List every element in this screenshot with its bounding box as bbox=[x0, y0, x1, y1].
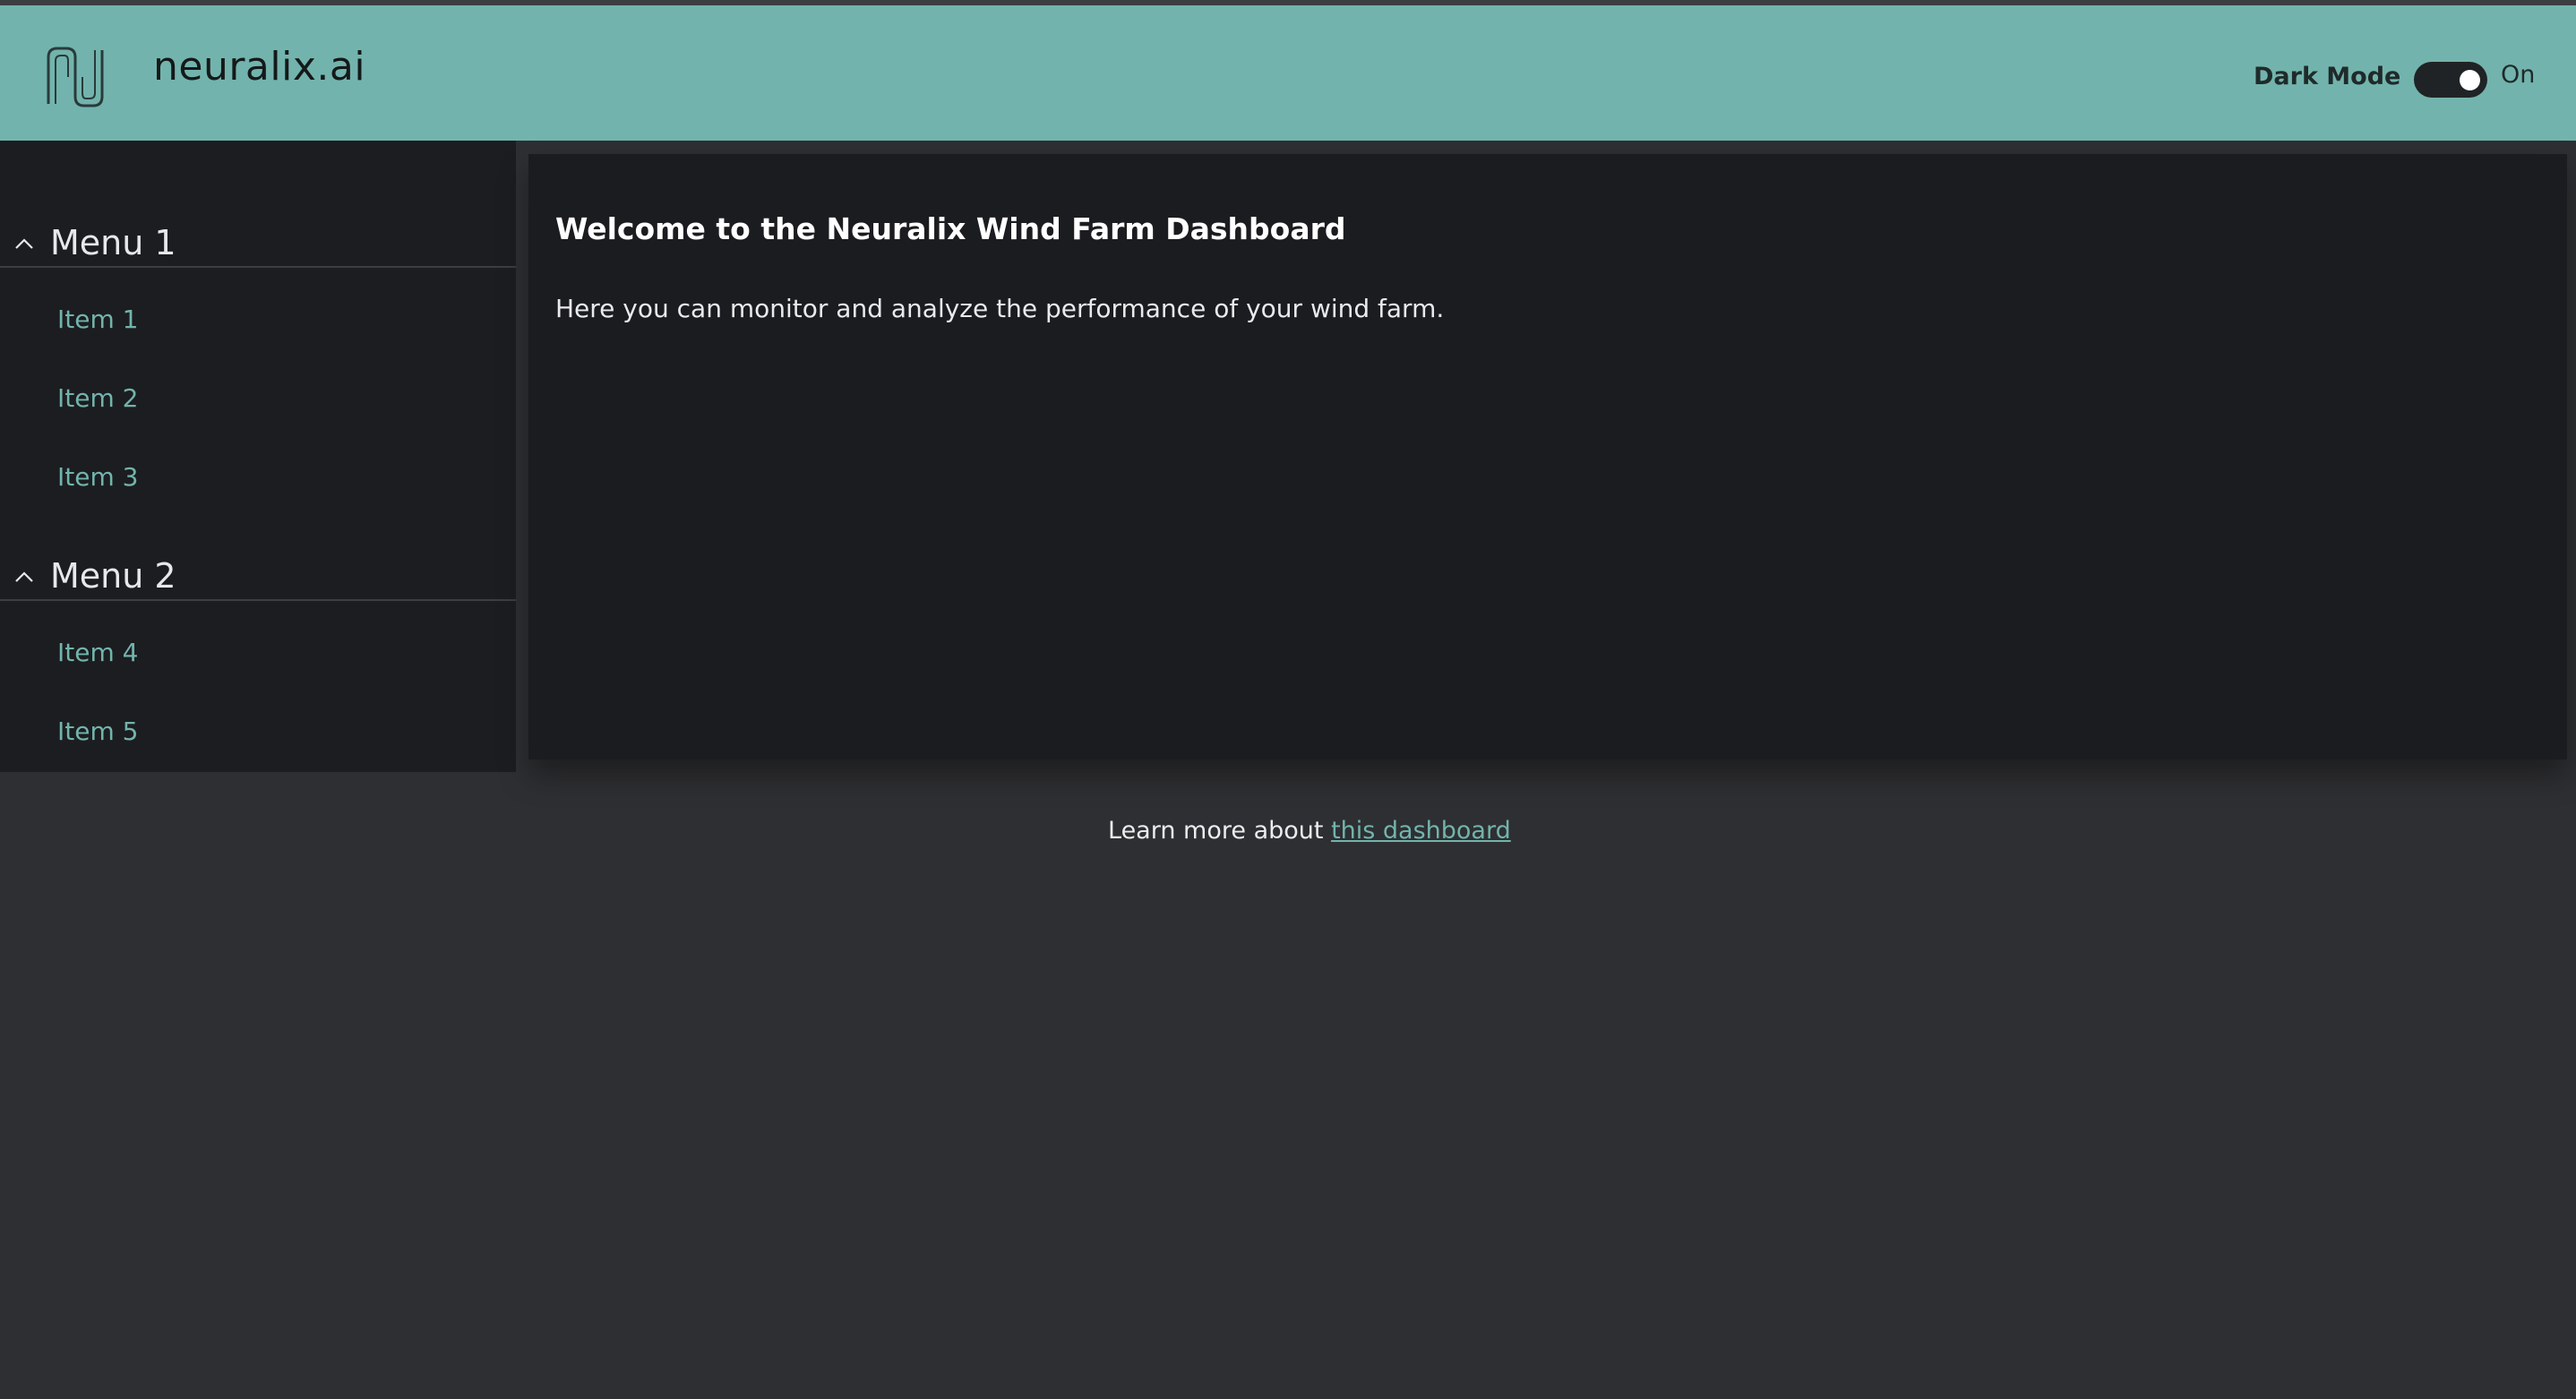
brand-name: neuralix.ai bbox=[153, 44, 366, 90]
footer-text: Learn more about bbox=[1108, 817, 1332, 845]
page-title: Welcome to the Neuralix Wind Farm Dashbo… bbox=[555, 211, 1346, 246]
footer: Learn more about this dashboard bbox=[1108, 817, 1511, 845]
main-content-panel: Welcome to the Neuralix Wind Farm Dashbo… bbox=[528, 154, 2567, 760]
chevron-up-icon bbox=[15, 571, 33, 582]
chevron-up-icon bbox=[15, 238, 33, 249]
sidebar-item-5[interactable]: Item 5 bbox=[57, 717, 138, 746]
menu-1-label: Menu 1 bbox=[50, 223, 176, 262]
dashboard-info-link[interactable]: this dashboard bbox=[1331, 817, 1511, 845]
sidebar: Menu 1 Item 1 Item 2 Item 3 Menu 2 Item … bbox=[0, 141, 516, 772]
toggle-knob bbox=[2460, 70, 2480, 90]
sidebar-item-4[interactable]: Item 4 bbox=[57, 638, 138, 667]
sidebar-item-3[interactable]: Item 3 bbox=[57, 462, 138, 492]
sidebar-item-2[interactable]: Item 2 bbox=[57, 383, 138, 413]
menu-1-header[interactable]: Menu 1 bbox=[0, 203, 516, 268]
app-header: neuralix.ai Dark Mode On bbox=[0, 5, 2576, 141]
dark-mode-state-label: On bbox=[2501, 61, 2536, 89]
menu-2-header[interactable]: Menu 2 bbox=[0, 536, 516, 601]
dark-mode-label: Dark Mode bbox=[2254, 63, 2401, 90]
dark-mode-toggle[interactable] bbox=[2414, 62, 2487, 98]
sidebar-item-1[interactable]: Item 1 bbox=[57, 305, 138, 334]
neuralix-logo-icon bbox=[47, 47, 104, 107]
page-description: Here you can monitor and analyze the per… bbox=[555, 294, 1445, 323]
menu-2-label: Menu 2 bbox=[50, 556, 176, 596]
